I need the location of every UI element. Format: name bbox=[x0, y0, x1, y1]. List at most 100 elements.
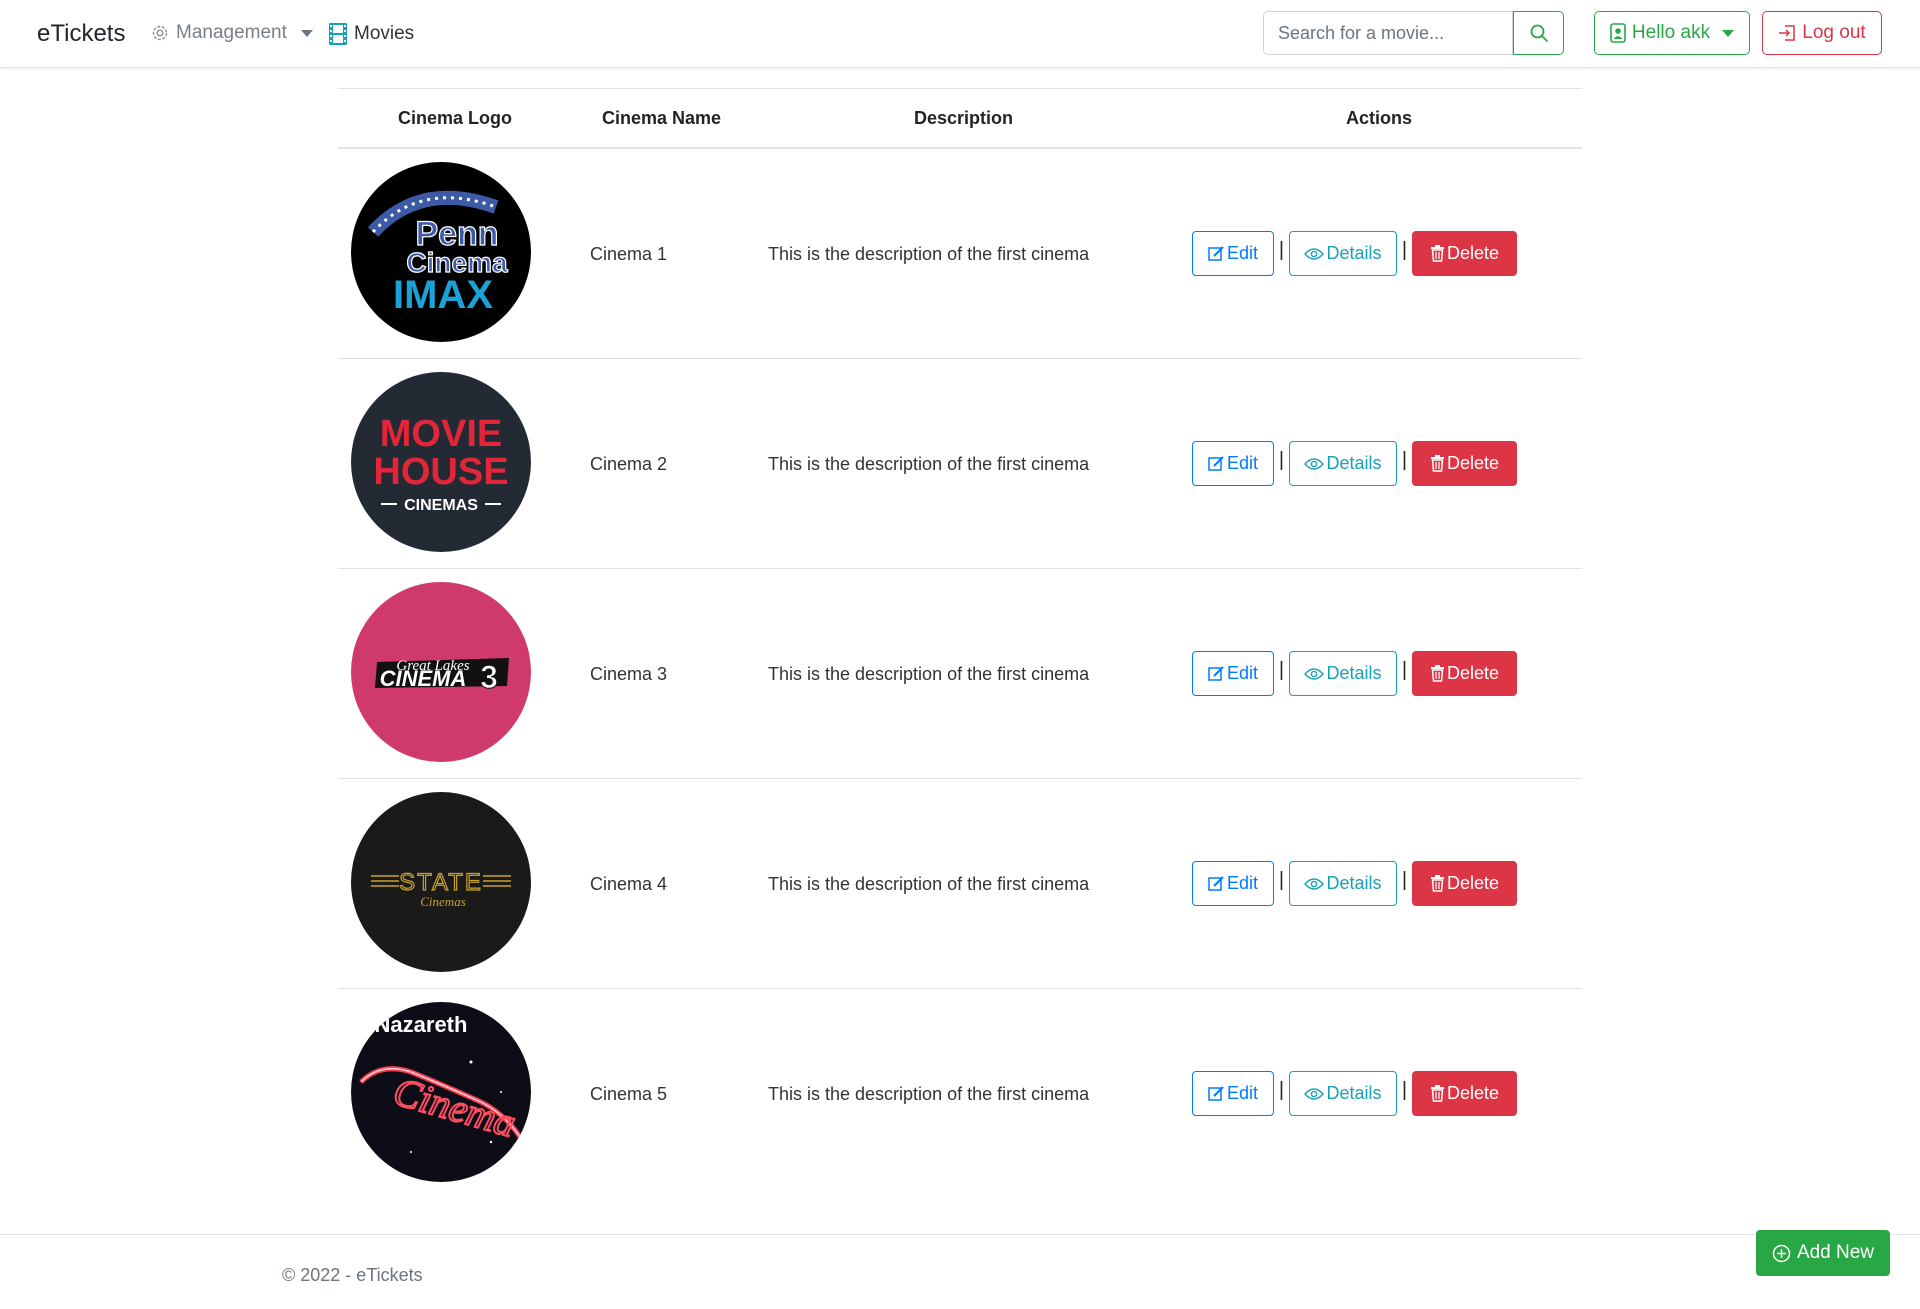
delete-button[interactable]: Delete bbox=[1412, 441, 1517, 486]
action-separator: | bbox=[1278, 449, 1285, 471]
film-icon bbox=[329, 23, 347, 45]
cinema-name: Cinema 2 bbox=[590, 454, 668, 474]
eye-icon bbox=[1304, 1087, 1325, 1100]
delete-label: Delete bbox=[1446, 873, 1500, 893]
cinema-description: This is the description of the first cin… bbox=[768, 454, 1090, 474]
user-menu-button[interactable]: Hello akk bbox=[1594, 11, 1750, 55]
edit-button[interactable]: Edit bbox=[1192, 651, 1274, 696]
edit-label: Edit bbox=[1226, 453, 1259, 473]
add-new-button[interactable]: Add New bbox=[1756, 1230, 1890, 1276]
delete-button[interactable]: Delete bbox=[1412, 1071, 1517, 1116]
search-input[interactable] bbox=[1263, 11, 1513, 55]
logout-label: Log out bbox=[1802, 22, 1866, 43]
management-dropdown[interactable]: Management bbox=[150, 22, 313, 44]
cinema-description: This is the description of the first cin… bbox=[768, 664, 1090, 684]
details-label: Details bbox=[1326, 453, 1382, 473]
row-actions: Edit | Details | Delete bbox=[1192, 1071, 1517, 1116]
plus-circle-icon bbox=[1772, 1244, 1791, 1262]
cinema-description: This is the description of the first cin… bbox=[768, 244, 1090, 264]
cinema-name: Cinema 3 bbox=[590, 664, 668, 684]
cinema-name: Cinema 5 bbox=[590, 1084, 668, 1104]
edit-label: Edit bbox=[1226, 873, 1259, 893]
search-icon bbox=[1530, 24, 1548, 42]
logo-text: HOUSE bbox=[373, 451, 508, 493]
top-navbar: eTickets Management Movies Search for a … bbox=[0, 0, 1920, 68]
details-button[interactable]: Details bbox=[1289, 441, 1397, 486]
logo-text: CINEMAS bbox=[404, 497, 478, 514]
pencil-square-icon bbox=[1208, 456, 1224, 471]
trash-icon bbox=[1430, 875, 1444, 892]
action-separator: | bbox=[1278, 659, 1285, 681]
table-row: MOVIE HOUSE CINEMAS Cinema 2 This is the… bbox=[338, 359, 1582, 569]
edit-button[interactable]: Edit bbox=[1192, 861, 1274, 906]
pencil-square-icon bbox=[1208, 876, 1224, 891]
action-separator: | bbox=[1278, 239, 1285, 261]
cinema-logo[interactable]: Nazareth Cinema bbox=[351, 1002, 531, 1182]
details-label: Details bbox=[1326, 243, 1382, 263]
pencil-square-icon bbox=[1208, 666, 1224, 681]
cinema-name: Cinema 4 bbox=[590, 874, 668, 894]
logo-text: 3 bbox=[480, 659, 498, 695]
eye-icon bbox=[1304, 877, 1325, 890]
movies-label: Movies bbox=[354, 23, 415, 44]
cinema-name: Cinema 1 bbox=[590, 244, 668, 264]
delete-label: Delete bbox=[1446, 243, 1500, 263]
column-header-actions: Actions bbox=[1346, 108, 1413, 128]
action-separator: | bbox=[1401, 1079, 1408, 1101]
edit-button[interactable]: Edit bbox=[1192, 1071, 1274, 1116]
delete-label: Delete bbox=[1446, 1083, 1500, 1103]
edit-label: Edit bbox=[1226, 1083, 1259, 1103]
table-header: Cinema Logo Cinema Name Description Acti… bbox=[338, 88, 1582, 149]
delete-button[interactable]: Delete bbox=[1412, 861, 1517, 906]
logo-text: MOVIE bbox=[380, 413, 502, 455]
gear-icon bbox=[152, 25, 168, 41]
details-label: Details bbox=[1326, 663, 1382, 683]
brand-link[interactable]: eTickets bbox=[37, 20, 125, 48]
logo-text: Cinemas bbox=[420, 894, 466, 909]
details-button[interactable]: Details bbox=[1289, 231, 1397, 276]
action-separator: | bbox=[1401, 659, 1408, 681]
trash-icon bbox=[1430, 245, 1444, 262]
action-separator: | bbox=[1278, 869, 1285, 891]
edit-button[interactable]: Edit bbox=[1192, 441, 1274, 486]
cinema-logo[interactable]: MOVIE HOUSE CINEMAS bbox=[351, 372, 531, 552]
table-row: STATE Cinemas Cinema 4 This is the descr… bbox=[338, 779, 1582, 989]
trash-icon bbox=[1430, 1085, 1444, 1102]
cinema-logo[interactable]: Great Lakes CINEMA 3 bbox=[351, 582, 531, 762]
copyright-text: © 2022 - eTickets bbox=[282, 1265, 423, 1285]
column-header-logo: Cinema Logo bbox=[398, 108, 513, 128]
logo-text: Nazareth bbox=[375, 1012, 468, 1037]
row-actions: Edit | Details | Delete bbox=[1192, 861, 1517, 906]
nav-movies-link[interactable]: Movies bbox=[328, 22, 414, 46]
logout-button[interactable]: Log out bbox=[1762, 11, 1882, 55]
logo-text: CINEMA bbox=[380, 666, 467, 691]
delete-button[interactable]: Delete bbox=[1412, 231, 1517, 276]
action-separator: | bbox=[1401, 869, 1408, 891]
person-badge-icon bbox=[1610, 23, 1626, 43]
pencil-square-icon bbox=[1208, 246, 1224, 261]
edit-label: Edit bbox=[1226, 663, 1259, 683]
delete-button[interactable]: Delete bbox=[1412, 651, 1517, 696]
details-button[interactable]: Details bbox=[1289, 1071, 1397, 1116]
column-header-description: Description bbox=[914, 108, 1014, 128]
chevron-down-icon bbox=[1722, 29, 1735, 37]
row-actions: Edit | Details | Delete bbox=[1192, 231, 1517, 276]
row-actions: Edit | Details | Delete bbox=[1192, 651, 1517, 696]
details-label: Details bbox=[1326, 873, 1382, 893]
details-button[interactable]: Details bbox=[1289, 651, 1397, 696]
details-button[interactable]: Details bbox=[1289, 861, 1397, 906]
user-menu-label: Hello akk bbox=[1631, 22, 1711, 43]
edit-button[interactable]: Edit bbox=[1192, 231, 1274, 276]
cinema-description: This is the description of the first cin… bbox=[768, 874, 1090, 894]
search-button[interactable] bbox=[1513, 11, 1564, 55]
cinema-logo[interactable]: STATE Cinemas bbox=[351, 792, 531, 972]
chevron-down-icon bbox=[300, 29, 313, 37]
table-row: Penn Cinema IMAX Cinema 1 This is the de… bbox=[338, 149, 1582, 359]
trash-icon bbox=[1430, 665, 1444, 682]
logo-text: IMAX bbox=[393, 273, 493, 317]
eye-icon bbox=[1304, 667, 1325, 680]
pencil-square-icon bbox=[1208, 1086, 1224, 1101]
cinema-description: This is the description of the first cin… bbox=[768, 1084, 1090, 1104]
cinema-logo[interactable]: Penn Cinema IMAX bbox=[351, 162, 531, 342]
action-separator: | bbox=[1401, 449, 1408, 471]
